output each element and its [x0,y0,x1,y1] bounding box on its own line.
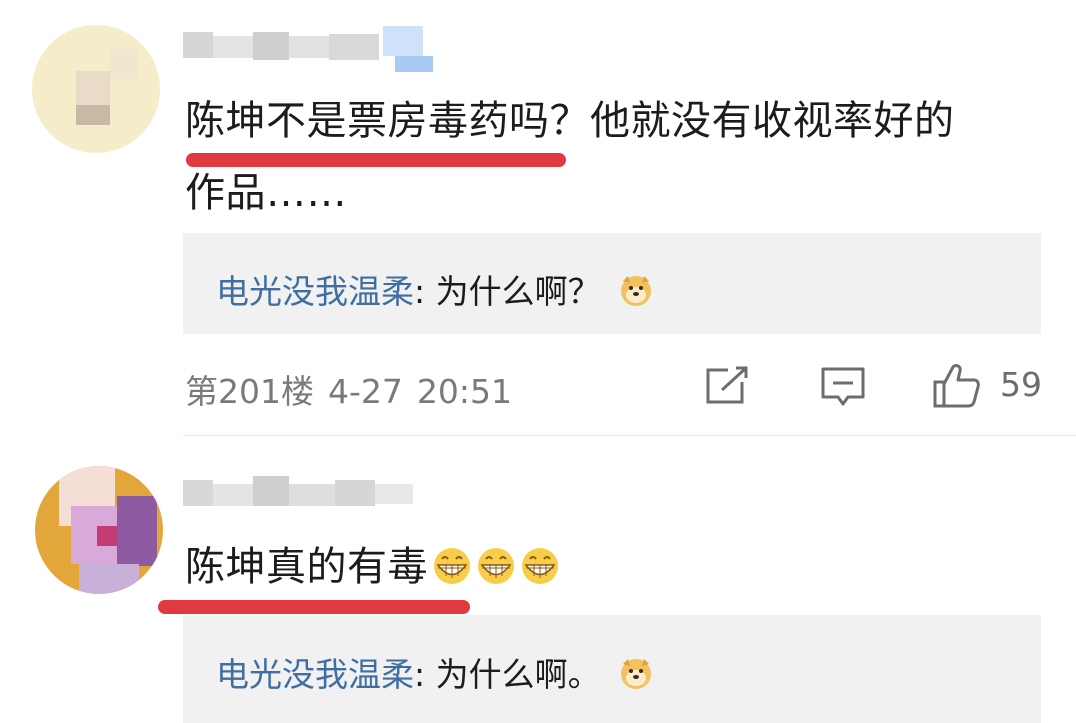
floor-number: 第201楼 [185,372,314,411]
reply-username[interactable]: 电光没我温柔 [216,655,414,694]
avatar[interactable] [35,466,163,594]
doge-icon [621,659,652,689]
username-blurred[interactable] [183,472,413,516]
doge-icon [621,276,652,306]
comment-text-line1: 陈坤不是票房毒药吗？他就没有收视率好的 [185,98,955,144]
reply-box[interactable]: 电光没我温柔: 为什么啊。 [183,615,1041,723]
floor-meta: 第201楼 4-27 20:51 [185,365,526,413]
reply-message: 为什么啊？ [435,272,601,311]
divider [183,435,1076,436]
reply-line: 电光没我温柔: 为什么啊？ [216,265,653,313]
grin-icon [434,548,470,584]
username-blurred[interactable] [183,26,453,72]
highlight-underline [158,600,470,614]
reply-line: 电光没我温柔: 为什么啊。 [216,648,653,696]
like-icon[interactable] [932,363,982,409]
avatar[interactable] [32,25,160,153]
grin-icon [478,548,514,584]
like-count: 59 [1000,365,1042,404]
post-time: 20:51 [416,372,513,411]
post-date: 4-27 [328,372,403,411]
reply-username[interactable]: 电光没我温柔 [216,272,414,311]
reply-box[interactable]: 电光没我温柔: 为什么啊？ [183,233,1041,334]
comment-text: 陈坤真的有毒 [185,530,560,604]
grin-icon [522,548,558,584]
reply-message: 为什么啊。 [435,655,601,694]
comment-icon[interactable] [820,366,866,408]
share-icon[interactable] [706,366,750,406]
comment-text-line2: 作品…… [185,170,347,216]
